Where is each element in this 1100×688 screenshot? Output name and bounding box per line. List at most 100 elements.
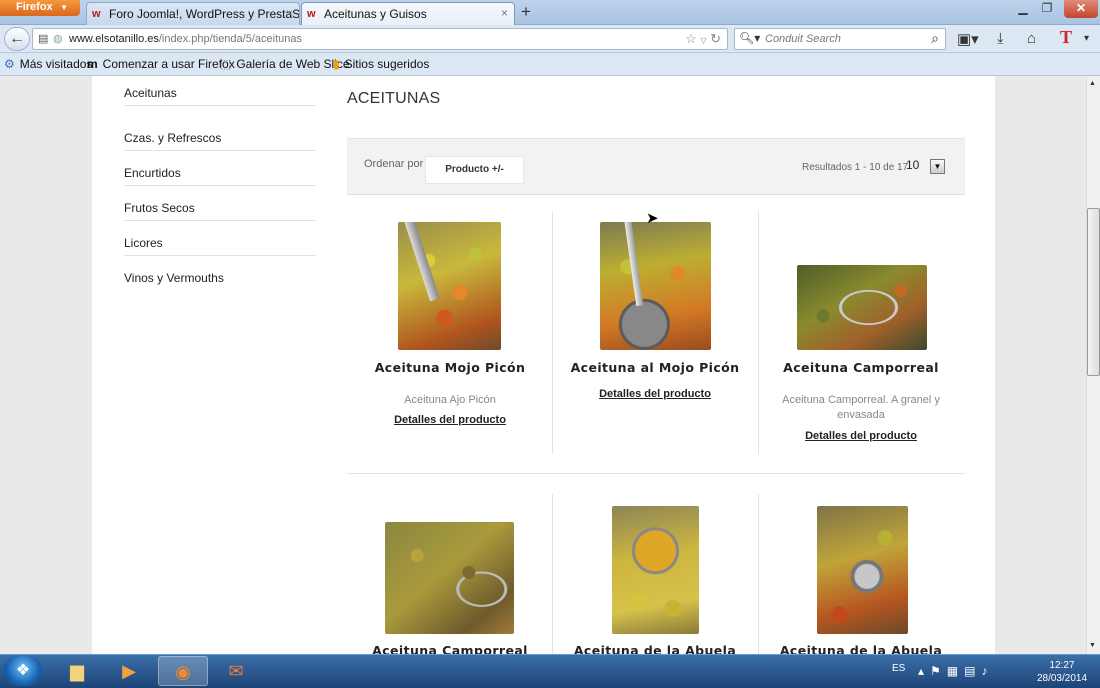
search-engine-icon[interactable]: 🔍︎▾ xyxy=(739,31,760,45)
globe-icon: ◍ xyxy=(53,33,63,45)
chevron-down-icon[interactable]: ▾ xyxy=(1084,33,1089,44)
sidebar-item-aceitunas[interactable]: Aceitunas xyxy=(124,76,316,106)
bookmark-web-slice[interactable]: ⬚ Galería de Web Slice xyxy=(220,57,350,71)
system-tray: ▴⚑▦▤♪ xyxy=(918,664,993,678)
language-indicator[interactable]: ES xyxy=(892,663,905,674)
results-count: Resultados 1 - 10 de 17 xyxy=(802,162,909,173)
taskbar-clock[interactable]: 12:27 28/03/2014 xyxy=(1032,659,1092,685)
bookmark-sitios-sugeridos[interactable]: ▮ Sitios sugeridos xyxy=(333,57,429,71)
network-icon[interactable]: ▤ xyxy=(964,664,981,678)
toolbar-menu-icon[interactable]: ▣▾ xyxy=(957,30,979,48)
file-explorer-icon[interactable]: ▆ xyxy=(52,656,102,686)
order-by-button[interactable]: Producto +/- xyxy=(425,156,524,184)
firefox-m-icon: m xyxy=(87,57,98,71)
home-icon[interactable]: ⌂ xyxy=(1027,30,1036,47)
ladle-handle xyxy=(623,222,644,307)
bookmark-label: Comenzar a usar Firefox xyxy=(102,57,235,71)
product-image-aceituna-de-la-abuela-2[interactable] xyxy=(817,506,908,634)
column-divider xyxy=(552,494,553,654)
order-label: Ordenar por xyxy=(364,158,424,170)
rss-feed-icon: ▮ xyxy=(333,57,340,71)
product-image-aceituna-camporreal[interactable] xyxy=(797,265,927,350)
close-tab-icon[interactable]: × xyxy=(501,6,508,20)
url-bar-icons: ☆ ▽ ↻ xyxy=(685,31,721,47)
product-name[interactable]: Aceituna de la Abuela xyxy=(758,643,964,654)
search-placeholder: Conduit Search xyxy=(765,33,841,45)
url-text: www.elsotanillo.es/index.php/tienda/5/ac… xyxy=(69,33,302,45)
product-details-link[interactable]: Detalles del producto xyxy=(758,430,964,442)
url-path: /index.php/tienda/5/aceitunas xyxy=(158,33,302,45)
results-limit-select[interactable]: 10 xyxy=(906,158,919,172)
bookmark-label: Sitios sugeridos xyxy=(344,57,430,71)
bookmark-folder-icon: ⚙ xyxy=(4,57,15,71)
minimize-icon[interactable]: ▁ xyxy=(1011,0,1035,18)
tab-aceitunas-y-guisos[interactable]: w Aceitunas y Guisos × xyxy=(301,2,515,25)
page-viewport: Aceitunas Czas. y Refrescos Encurtidos F… xyxy=(0,76,1086,654)
flag-icon[interactable]: ⚑ xyxy=(930,664,947,678)
bookmarks-bar: ⚙ Más visitados m Comenzar a usar Firefox … xyxy=(0,53,1100,76)
back-arrow-icon[interactable]: ← xyxy=(4,27,30,51)
product-description: Aceituna Ajo Picón xyxy=(404,394,496,406)
navigation-bar: ← ▤ ◍ www.elsotanillo.es/index.php/tiend… xyxy=(0,25,1100,53)
maximize-icon[interactable]: ❐ xyxy=(1035,0,1059,18)
product-description: Aceituna Camporreal. A granel y envasada xyxy=(782,394,940,421)
download-icon[interactable]: ⤓ xyxy=(997,30,1004,47)
site-favicon-icon: w xyxy=(92,8,101,20)
product-name[interactable]: Aceituna Camporreal xyxy=(347,643,553,654)
url-bar[interactable]: ▤ ◍ www.elsotanillo.es/index.php/tienda/… xyxy=(32,28,728,50)
scroll-down-arrow-icon[interactable]: ▼ xyxy=(1089,642,1096,649)
volume-icon[interactable]: ♪ xyxy=(981,664,993,678)
product-image-aceituna-de-la-abuela[interactable] xyxy=(612,506,699,634)
new-tab-button[interactable]: + xyxy=(514,2,538,22)
bookmark-comenzar-firefox[interactable]: m Comenzar a usar Firefox xyxy=(87,57,235,71)
firefox-menu-button[interactable]: Firefox ▼ xyxy=(0,0,80,16)
history-dropdown-icon[interactable]: ▽ xyxy=(700,36,706,45)
dropdown-arrow-icon[interactable]: ▼ xyxy=(930,159,945,174)
search-icon[interactable]: ⌕ xyxy=(931,30,939,47)
firefox-taskbar-icon[interactable]: ◉ xyxy=(158,656,208,686)
conduit-t-icon[interactable]: T xyxy=(1060,27,1072,48)
mail-app-icon[interactable]: ✉ xyxy=(211,656,261,686)
url-domain: www.elsotanillo.es xyxy=(69,33,159,45)
clock-date: 28/03/2014 xyxy=(1036,673,1088,684)
firefox-menu-label: Firefox xyxy=(16,1,53,13)
close-tab-icon[interactable]: × xyxy=(286,6,293,20)
chevron-up-icon[interactable]: ▴ xyxy=(918,664,930,678)
search-box[interactable]: 🔍︎▾ Conduit Search ⌕ xyxy=(734,28,946,50)
product-image-aceituna-mojo-picon[interactable] xyxy=(398,222,501,350)
category-title: ACEITUNAS xyxy=(347,90,441,107)
page-icon: ▤ xyxy=(38,33,49,45)
sidebar-item-frutos-secos[interactable]: Frutos Secos xyxy=(124,186,316,221)
sidebar-item-encurtidos[interactable]: Encurtidos xyxy=(124,151,316,186)
row-divider xyxy=(347,473,965,474)
windows-start-button[interactable]: ❖ xyxy=(4,656,42,686)
product-name[interactable]: Aceituna de la Abuela xyxy=(552,643,758,654)
scrollbar-thumb[interactable] xyxy=(1087,208,1100,376)
device-icon[interactable]: ▦ xyxy=(947,664,964,678)
scroll-up-arrow-icon[interactable]: ▲ xyxy=(1089,80,1096,87)
sidebar-item-licores[interactable]: Licores xyxy=(124,221,316,256)
product-image-aceituna-al-mojo-picon[interactable] xyxy=(600,222,711,350)
reload-icon[interactable]: ↻ xyxy=(710,31,721,46)
product-details-link[interactable]: Detalles del producto xyxy=(347,414,553,426)
product-name[interactable]: Aceituna Camporreal xyxy=(758,360,964,375)
media-player-icon[interactable]: ▶ xyxy=(104,656,154,686)
bookmark-star-icon[interactable]: ☆ xyxy=(685,31,697,46)
tab-label: Foro Joomla!, WordPress y PrestaSho... xyxy=(109,7,300,21)
tab-foro-joomla[interactable]: w Foro Joomla!, WordPress y PrestaSho...… xyxy=(86,2,300,25)
product-image-aceituna-camporreal-2[interactable] xyxy=(385,522,514,634)
sidebar-item-czas-refrescos[interactable]: Czas. y Refrescos xyxy=(124,116,316,151)
clock-time: 12:27 xyxy=(1049,660,1075,671)
bookmark-label: Más visitados xyxy=(19,57,93,71)
window-close-icon[interactable]: ✕ xyxy=(1064,0,1098,18)
web-slice-icon: ⬚ xyxy=(220,57,232,71)
bookmark-mas-visitados[interactable]: ⚙ Más visitados xyxy=(4,57,92,71)
product-name[interactable]: Aceituna al Mojo Picón xyxy=(552,360,758,375)
site-favicon-icon: w xyxy=(307,8,316,20)
sidebar-item-vinos-vermouths[interactable]: Vinos y Vermouths xyxy=(124,256,316,291)
tab-label: Aceitunas y Guisos xyxy=(324,7,427,21)
column-divider xyxy=(758,494,759,654)
product-name[interactable]: Aceituna Mojo Picón xyxy=(347,360,553,375)
mouse-cursor-icon: ➤ xyxy=(646,210,659,227)
product-details-link[interactable]: Detalles del producto xyxy=(552,388,758,400)
